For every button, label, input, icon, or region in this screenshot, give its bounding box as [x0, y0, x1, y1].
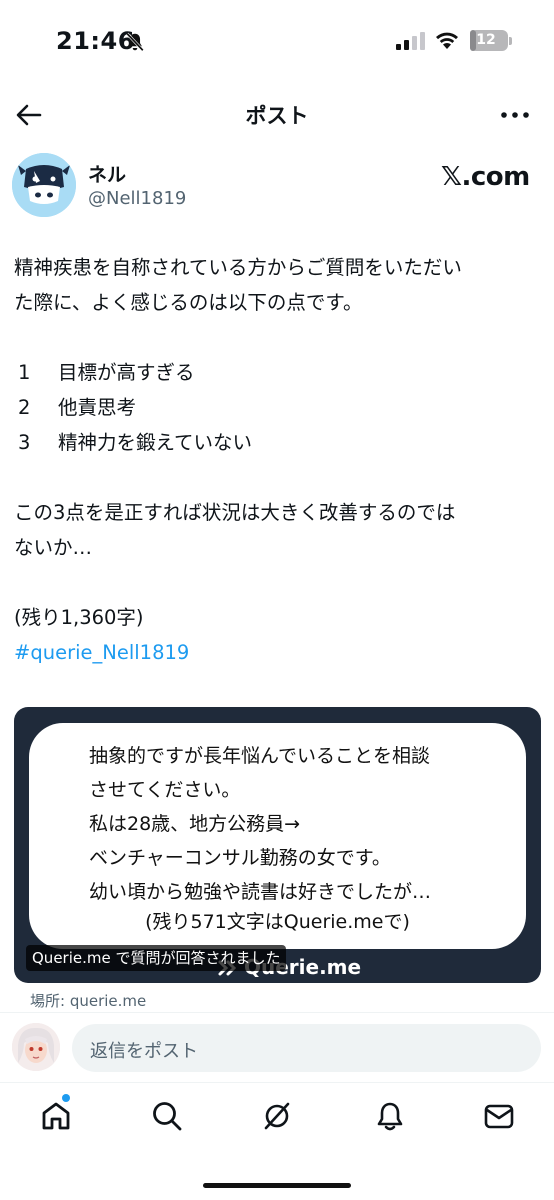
battery-text: 12 — [476, 32, 496, 48]
card-question-panel: 抽象的ですが長年悩んでいることを相談 させてください。 私は28歳、地方公務員→… — [29, 723, 526, 949]
brand-watermark: 𝕏.com — [441, 162, 530, 192]
author-avatar[interactable] — [12, 153, 76, 217]
card-text-line: 私は28歳、地方公務員→ — [89, 813, 301, 835]
grok-icon[interactable] — [260, 1099, 294, 1133]
cow-avatar — [12, 153, 76, 217]
author-name[interactable]: ネル — [88, 160, 126, 187]
search-icon[interactable] — [150, 1099, 184, 1133]
cellular-signal-icon — [396, 32, 425, 50]
remaining-count: (残り1,360字) — [14, 606, 144, 629]
status-bar: 21:46 12 — [0, 0, 554, 84]
post-text-line: この3点を是正すれば状況は大きく改善するのでは — [14, 501, 456, 524]
more-horizontal-icon[interactable] — [498, 100, 532, 130]
card-caption: Querie.me で質問が回答されました — [26, 945, 287, 971]
list-text: 目標が高すぎる — [58, 361, 195, 384]
list-number: 2 — [18, 396, 31, 419]
home-notification-dot — [62, 1094, 70, 1102]
bottom-tab-bar — [0, 1082, 554, 1154]
list-item: 3 精神力を鍛えていない — [14, 425, 542, 460]
divider — [0, 1012, 554, 1013]
post-text-line: 精神疾患を自称されている方からご質問をいただい — [14, 256, 462, 279]
list-text: 他責思考 — [58, 396, 137, 419]
card-text-line: 幼い頃から勉強や読書は好きでしたが… — [89, 881, 432, 903]
reply-input[interactable]: 返信をポスト — [72, 1024, 541, 1072]
card-text-line: 抽象的ですが長年悩んでいることを相談 — [89, 745, 431, 767]
nav-header: ポスト — [0, 88, 554, 142]
bell-slash-icon — [126, 32, 144, 52]
user-avatar[interactable] — [12, 1023, 60, 1071]
home-indicator — [203, 1183, 351, 1188]
battery-nub — [509, 37, 512, 45]
author-handle[interactable]: @Nell1819 — [88, 188, 186, 209]
link-card[interactable]: 抽象的ですが長年悩んでいることを相談 させてください。 私は28歳、地方公務員→… — [14, 707, 541, 983]
card-remaining: (残り571文字はQuerie.meで) — [145, 911, 410, 933]
list-text: 精神力を鍛えていない — [58, 431, 253, 454]
post-text-line: ないか… — [14, 536, 93, 559]
list-number: 1 — [18, 361, 31, 384]
post-text-line: た際に、よく感じるのは以下の点です。 — [14, 291, 363, 314]
home-icon[interactable] — [39, 1099, 73, 1133]
hashtag-link[interactable]: #querie_Nell1819 — [14, 635, 542, 670]
list-item: 2 他責思考 — [14, 390, 542, 425]
wifi-icon — [436, 32, 458, 49]
card-text-line: させてください。 — [89, 779, 241, 801]
list-item: 1 目標が高すぎる — [14, 355, 542, 390]
messages-icon[interactable] — [482, 1099, 516, 1133]
battery-icon: 12 — [470, 30, 508, 51]
reply-placeholder: 返信をポスト — [90, 1041, 198, 1062]
card-source[interactable]: 場所: querie.me — [30, 990, 146, 1011]
notifications-icon[interactable] — [373, 1099, 407, 1133]
page-title: ポスト — [245, 104, 309, 128]
post-body: 精神疾患を自称されている方からご質問をいただい た際に、よく感じるのは以下の点で… — [14, 250, 542, 670]
card-text-line: ベンチャーコンサル勤務の女です。 — [89, 847, 391, 869]
list-number: 3 — [18, 431, 31, 454]
user-avatar-image — [12, 1023, 60, 1071]
